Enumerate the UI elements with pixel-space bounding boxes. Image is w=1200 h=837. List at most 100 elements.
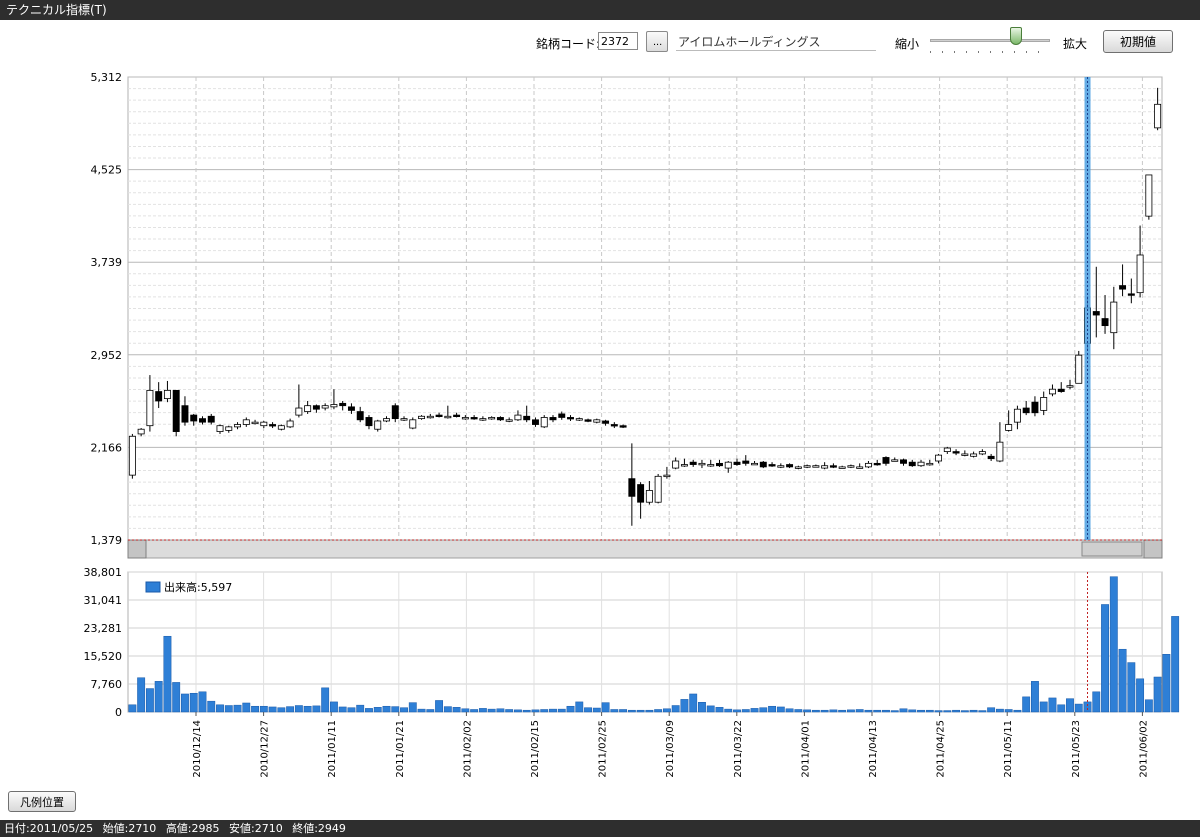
volume-bar xyxy=(978,710,987,713)
volume-bar xyxy=(768,705,776,713)
candle-body xyxy=(584,419,592,422)
volume-bar xyxy=(268,706,277,713)
candle-body xyxy=(234,424,242,428)
x-tick-label: 2010/12/14 xyxy=(192,720,203,778)
volume-bar xyxy=(452,707,461,713)
candle-body xyxy=(680,464,688,467)
candle-body xyxy=(821,465,829,469)
volume-bar xyxy=(514,709,522,713)
candle-body xyxy=(637,484,645,503)
volume-bar xyxy=(671,705,680,713)
candle-body xyxy=(1101,318,1109,327)
volume-bar xyxy=(864,709,873,713)
candle-body xyxy=(1092,311,1100,316)
volume-bar xyxy=(382,705,391,713)
candle-body xyxy=(304,405,312,412)
volume-bar xyxy=(908,709,917,713)
candle-body xyxy=(838,466,846,469)
volume-bar xyxy=(960,710,969,713)
volume-bar xyxy=(785,708,794,713)
volume-bar xyxy=(882,709,890,713)
volume-bar xyxy=(356,704,365,713)
volume-bar xyxy=(478,708,487,713)
candle-body xyxy=(1005,424,1013,431)
candle-body xyxy=(277,425,285,430)
candle-body xyxy=(374,420,382,430)
candle-body xyxy=(190,414,198,422)
x-tick-label: 2011/04/25 xyxy=(936,720,947,778)
candle-body xyxy=(794,466,802,469)
candle-body xyxy=(856,466,864,469)
volume-y-tick-label: 15,520 xyxy=(84,650,123,663)
volume-bar xyxy=(1004,709,1013,713)
candle-body xyxy=(873,462,881,466)
candle-body xyxy=(707,464,715,467)
candle-body xyxy=(698,462,706,466)
volume-bar xyxy=(987,707,996,713)
volume-bar xyxy=(417,708,426,713)
volume-bar xyxy=(952,709,961,713)
volume-bar xyxy=(128,704,137,713)
candle-body xyxy=(453,414,461,417)
x-tick-label: 2011/06/02 xyxy=(1138,720,1149,778)
candle-body xyxy=(610,424,618,427)
price-y-tick-label: 3,739 xyxy=(91,256,123,269)
volume-bar xyxy=(855,709,864,713)
scrollbar-left-arrow[interactable] xyxy=(127,539,147,559)
x-tick-label: 2011/01/21 xyxy=(395,720,406,778)
scrollbar-thumb[interactable] xyxy=(1081,541,1143,557)
volume-bar xyxy=(1144,699,1153,713)
scrollbar-track[interactable] xyxy=(127,539,1163,559)
volume-bar xyxy=(216,704,224,713)
volume-bar xyxy=(601,702,610,713)
x-tick-label: 2011/04/01 xyxy=(800,720,811,778)
x-tick-label: 2011/02/15 xyxy=(530,720,541,778)
candle-body xyxy=(943,447,951,452)
candle-body xyxy=(496,417,504,421)
volume-bar xyxy=(741,709,750,713)
volume-y-tick-label: 38,801 xyxy=(84,566,123,579)
volume-bar xyxy=(1039,701,1048,713)
candle-body xyxy=(321,405,329,409)
candle-body xyxy=(1022,407,1030,414)
price-y-tick-label: 2,166 xyxy=(91,441,123,454)
status-date: 日付:2011/05/25 xyxy=(4,822,94,835)
volume-bar xyxy=(531,709,540,713)
volume-bar xyxy=(654,709,663,713)
volume-bar xyxy=(1171,616,1180,713)
volume-bar xyxy=(189,692,198,713)
candle-body xyxy=(199,418,206,423)
scrollbar[interactable] xyxy=(127,539,1163,559)
candle-body xyxy=(531,419,539,425)
volume-bar xyxy=(1074,703,1083,713)
volume-bar xyxy=(259,705,268,713)
volume-bar xyxy=(1031,681,1039,713)
volume-bar xyxy=(636,709,645,713)
candle-body xyxy=(1127,293,1135,296)
legend-position-button[interactable]: 凡例位置 xyxy=(8,791,76,812)
candle-body xyxy=(146,389,154,427)
candle-body xyxy=(628,478,636,497)
volume-bar xyxy=(426,709,435,713)
volume-bar xyxy=(137,677,146,713)
volume-bar xyxy=(443,706,452,713)
candle-body xyxy=(926,462,934,466)
volume-bar xyxy=(172,682,181,713)
volume-bar xyxy=(1162,654,1171,713)
candle-body xyxy=(716,462,723,467)
candle-body xyxy=(645,490,653,503)
volume-bar xyxy=(627,709,636,713)
volume-bar xyxy=(338,706,347,713)
volume-bar xyxy=(969,709,978,713)
volume-bar xyxy=(461,708,470,713)
volume-bar xyxy=(776,706,785,713)
volume-bar xyxy=(829,709,838,713)
candle-body xyxy=(935,454,943,462)
candle-body xyxy=(829,465,837,468)
scrollbar-right-arrow[interactable] xyxy=(1143,539,1163,559)
candle-body xyxy=(216,425,224,432)
volume-bar xyxy=(890,710,899,713)
volume-bar xyxy=(575,701,584,713)
volume-bar xyxy=(803,709,812,713)
volume-bar xyxy=(145,688,154,713)
